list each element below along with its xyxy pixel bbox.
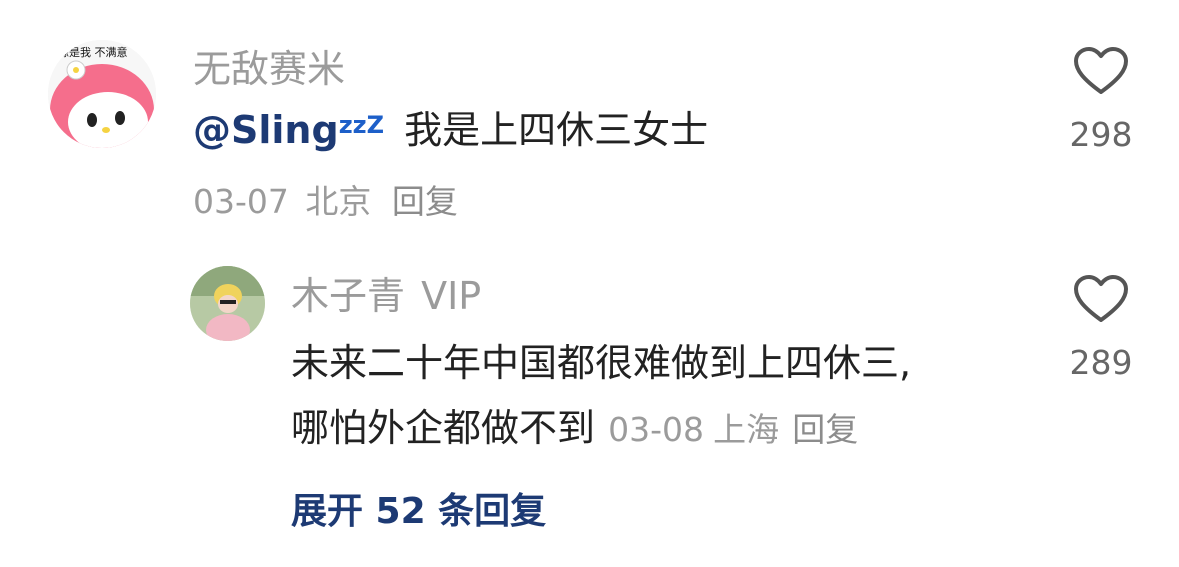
reply-like-count: 289 [1069,343,1133,382]
heart-outline-icon [1074,275,1128,322]
reply-username-text: 木子青 [291,274,406,318]
photo-avatar-icon [190,266,265,341]
comment-username[interactable]: 无敌赛米 [193,50,345,88]
comment-like-button[interactable] [1073,46,1129,100]
avatar-caption: 缘是我 不满意 [58,46,128,59]
reply-text-line2-row: 哪怕外企都做不到 03-08 上海 回复 [291,409,858,447]
comment-meta: 03-07 北京 回复 [193,185,458,218]
zzz-emoji-icon: zzZ [338,111,385,139]
comment-date: 03-07 [193,182,289,221]
reply-reply-button[interactable]: 回复 [792,410,858,449]
comment-avatar[interactable]: 缘是我 不满意 [48,40,156,148]
reply-like-button[interactable] [1073,274,1129,328]
comment-reply-button[interactable]: 回复 [392,182,458,221]
reply-username[interactable]: 木子青 VIP [291,277,481,315]
reply-location: 上海 [713,410,780,449]
comment-like-count: 298 [1069,115,1133,154]
comment-location: 北京 [305,182,372,221]
comment-text: @SlingzzZ 我是上四休三女士 [193,111,708,149]
mention-link[interactable]: @SlingzzZ [193,108,384,152]
comment-body: 我是上四休三女士 [404,108,709,152]
reply-text-line1: 未来二十年中国都很难做到上四休三, [291,341,912,385]
reply-avatar[interactable] [190,266,265,341]
expand-replies-button[interactable]: 展开 52 条回复 [291,494,546,530]
mention-name: @Sling [193,108,339,152]
vip-badge: VIP [421,274,482,318]
reply-date: 03-08 [608,410,704,449]
heart-outline-icon [1074,47,1128,94]
reply-text-line2: 哪怕外企都做不到 [291,406,596,450]
